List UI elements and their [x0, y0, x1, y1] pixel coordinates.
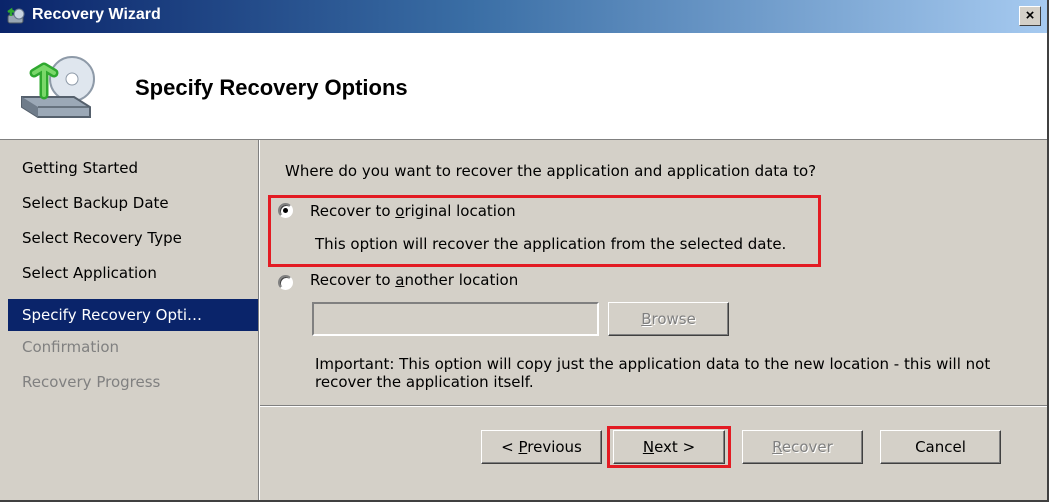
close-button[interactable]: ×	[1019, 6, 1041, 26]
footer-divider	[260, 405, 1047, 407]
disk-recovery-icon	[21, 56, 95, 118]
step-select-application[interactable]: Select Application	[8, 257, 258, 289]
wizard-header: Specify Recovery Options	[0, 33, 1047, 140]
recovery-question: Where do you want to recover the applica…	[285, 162, 817, 180]
wizard-app-icon	[7, 7, 25, 24]
step-confirmation: Confirmation	[22, 338, 120, 356]
cancel-button[interactable]: Cancel	[880, 430, 1001, 464]
recovery-options-panel: Where do you want to recover the applica…	[260, 140, 1047, 406]
recover-button: Recover	[742, 430, 863, 464]
title-bar[interactable]: Recovery Wizard ×	[0, 0, 1047, 33]
location-path-input[interactable]	[312, 302, 599, 336]
step-recovery-progress: Recovery Progress	[22, 373, 161, 391]
important-note: Important: This option will copy just th…	[315, 355, 991, 391]
radio-another-location[interactable]	[278, 275, 293, 290]
recovery-wizard-window: Recovery Wizard × Specify Recovery Optio…	[0, 0, 1049, 502]
highlight-next-button	[607, 426, 731, 468]
another-location-label[interactable]: Recover to another location	[310, 271, 518, 289]
browse-button: Browse	[608, 302, 729, 336]
step-specify-recovery-options[interactable]: Specify Recovery Opti…	[8, 299, 258, 331]
step-select-backup-date[interactable]: Select Backup Date	[8, 187, 258, 219]
previous-button[interactable]: < Previous	[481, 430, 602, 464]
highlight-original-option	[268, 195, 821, 267]
page-title: Specify Recovery Options	[135, 75, 408, 100]
window-title: Recovery Wizard	[32, 6, 161, 23]
step-select-recovery-type[interactable]: Select Recovery Type	[8, 222, 258, 254]
wizard-steps-sidebar: Getting Started Select Backup Date Selec…	[8, 150, 258, 490]
step-getting-started[interactable]: Getting Started	[8, 152, 258, 184]
